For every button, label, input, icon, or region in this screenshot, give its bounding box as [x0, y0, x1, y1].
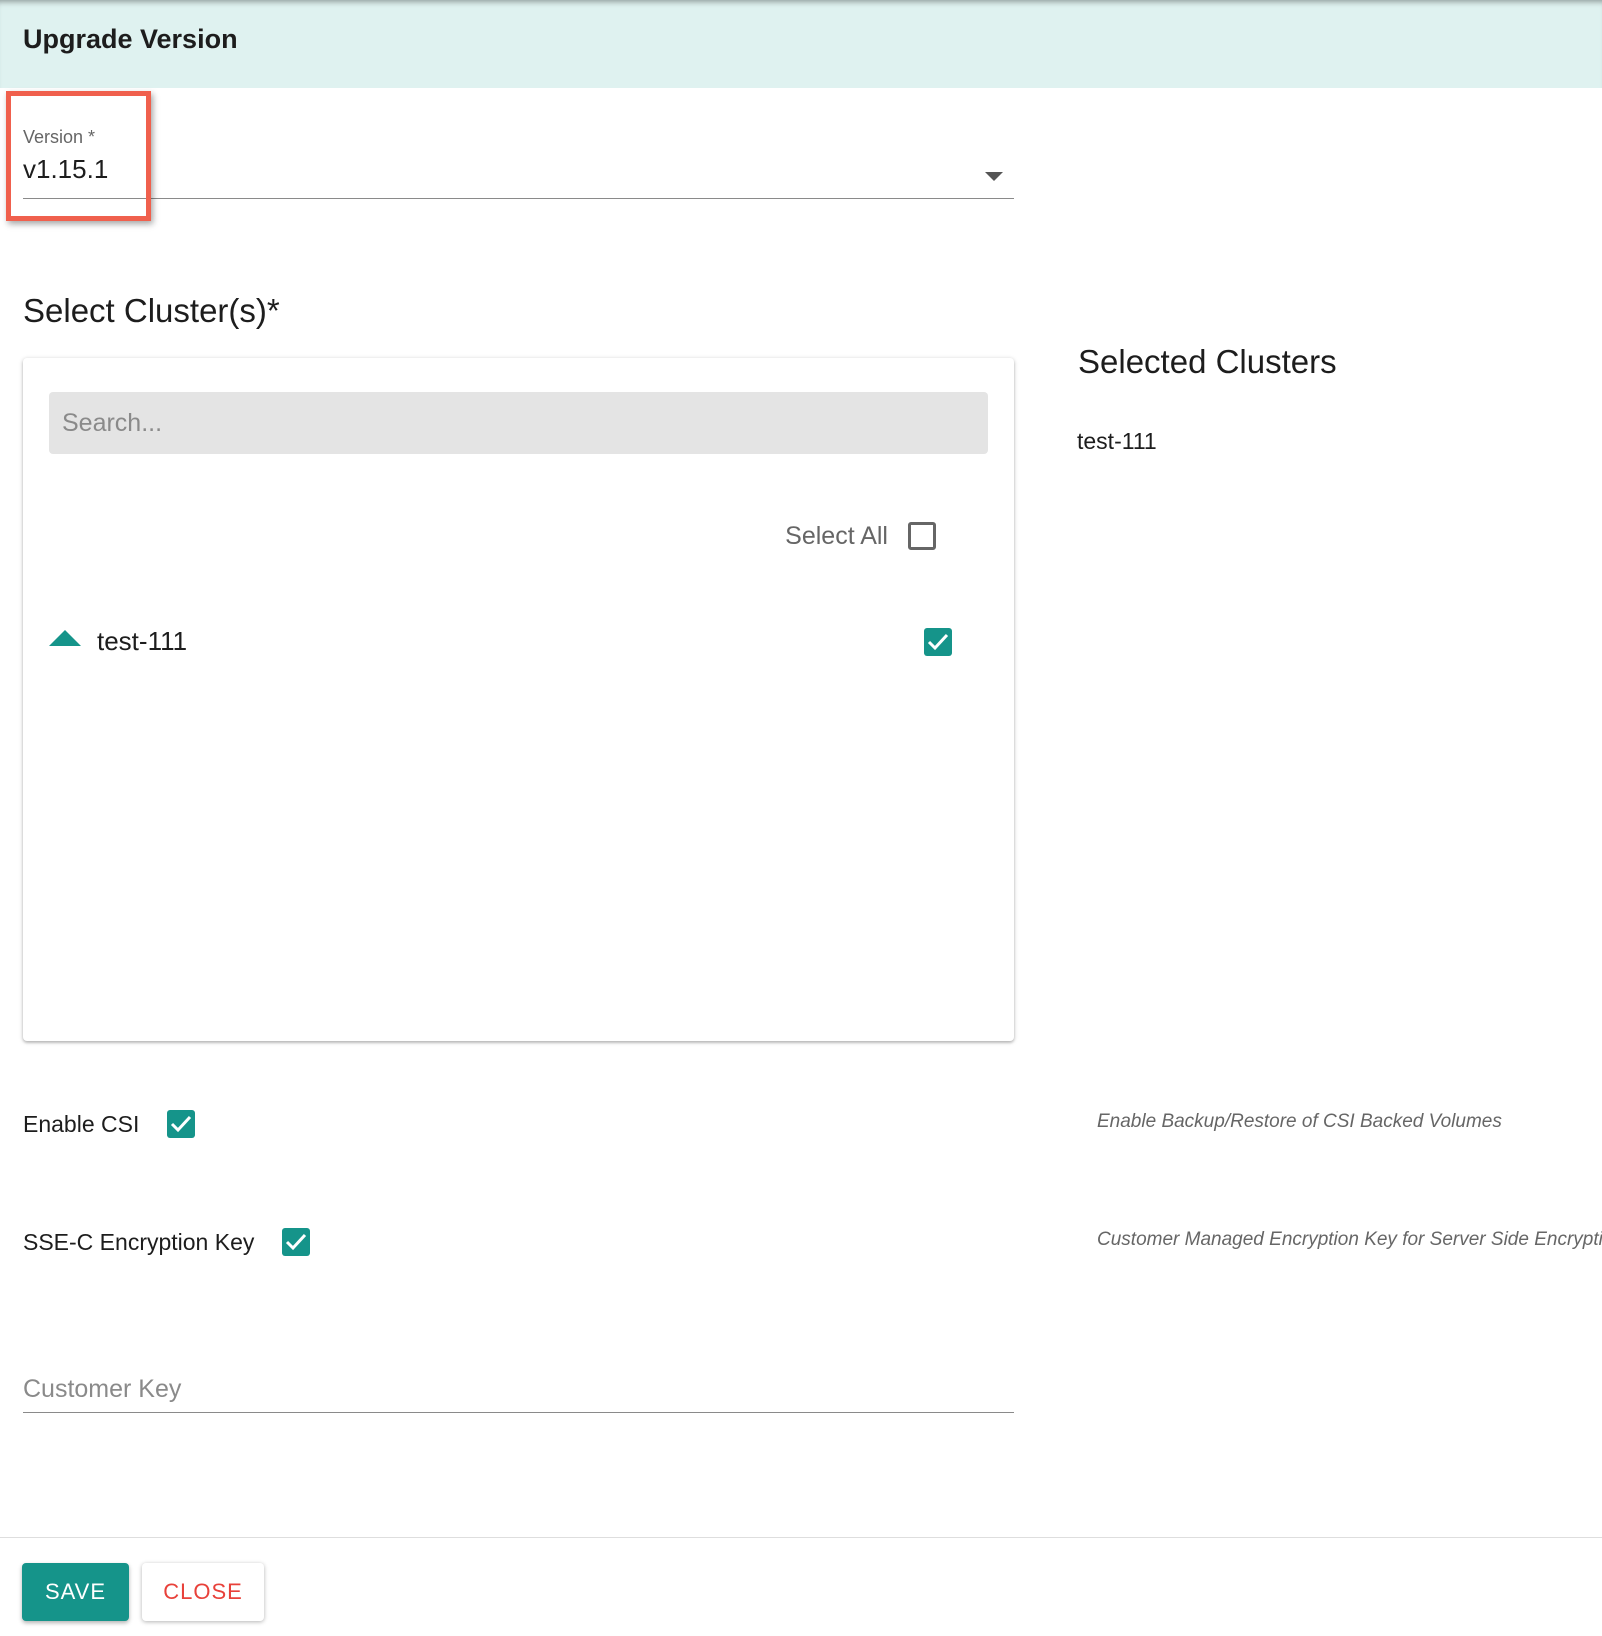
cluster-selection-panel: Select All test-111: [23, 358, 1014, 1041]
checkmark-icon: [286, 1233, 307, 1251]
selected-cluster-item: test-111: [1077, 428, 1157, 454]
version-select[interactable]: Version * v1.15.1: [23, 120, 1014, 199]
dialog-header: Upgrade Version: [0, 0, 1602, 88]
close-button[interactable]: CLOSE: [142, 1563, 264, 1621]
footer-divider: [0, 1537, 1602, 1538]
select-all-row: Select All: [785, 520, 936, 552]
select-all-label: Select All: [785, 521, 888, 550]
enable-csi-checkbox[interactable]: [167, 1110, 196, 1138]
checkmark-icon: [171, 1115, 192, 1133]
cluster-search-input[interactable]: [49, 392, 988, 454]
cluster-name: test-111: [97, 626, 188, 656]
ssec-checkbox[interactable]: [282, 1228, 311, 1256]
save-button[interactable]: SAVE: [22, 1563, 129, 1621]
enable-csi-label: Enable CSI: [23, 1110, 140, 1137]
checkmark-icon: [927, 633, 949, 651]
dialog-title: Upgrade Version: [23, 24, 238, 54]
enable-csi-row: Enable CSI: [23, 1110, 196, 1138]
customer-key-input[interactable]: [23, 1366, 1014, 1413]
select-clusters-title: Select Cluster(s)*: [23, 292, 280, 329]
ssec-description: Customer Managed Encryption Key for Serv…: [1097, 1229, 1602, 1250]
cluster-list-item: test-111: [49, 626, 952, 658]
select-all-checkbox[interactable]: [908, 522, 936, 550]
upgrade-version-dialog: Upgrade Version Version * v1.15.1 Select…: [0, 0, 1602, 1636]
chevron-down-icon[interactable]: [985, 172, 1003, 181]
ssec-label: SSE-C Encryption Key: [23, 1228, 255, 1255]
selected-clusters-title: Selected Clusters: [1078, 343, 1337, 380]
collapse-arrow-icon[interactable]: [49, 630, 81, 646]
version-highlight-box: [6, 91, 151, 221]
cluster-checkbox[interactable]: [924, 628, 952, 656]
enable-csi-description: Enable Backup/Restore of CSI Backed Volu…: [1097, 1111, 1502, 1132]
ssec-row: SSE-C Encryption Key: [23, 1228, 311, 1256]
